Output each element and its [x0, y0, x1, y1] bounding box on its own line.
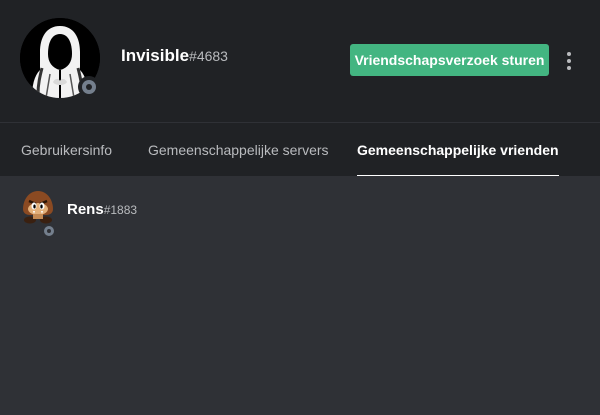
mutual-friends-list: Rens#1883 [0, 176, 600, 415]
offline-status-icon [42, 224, 56, 238]
tab-mutual-friends[interactable]: Gemeenschappelijke vrienden [357, 123, 559, 177]
goomba-avatar-icon [20, 189, 56, 238]
profile-name-tag[interactable]: Invisible#4683 [121, 46, 228, 66]
profile-username: Invisible [121, 46, 190, 65]
friend-discriminator: #1883 [103, 203, 138, 217]
user-profile-modal: Invisible#4683 Vriendschapsverzoek sture… [0, 0, 600, 415]
tab-user-info[interactable]: Gebruikersinfo [21, 123, 112, 177]
tab-mutual-servers[interactable]: Gemeenschappelijke servers [148, 123, 329, 177]
send-friend-request-button[interactable]: Vriendschapsverzoek sturen [350, 44, 549, 76]
list-item[interactable]: Rens#1883 [20, 186, 580, 238]
profile-tabs: Gebruikersinfo Gemeenschappelijke server… [0, 122, 600, 177]
profile-discriminator: #4683 [189, 48, 228, 64]
profile-header: Invisible#4683 Vriendschapsverzoek sture… [0, 0, 600, 122]
friend-name-tag: Rens#1883 [67, 201, 137, 219]
offline-status-icon [78, 76, 100, 98]
profile-avatar[interactable] [20, 18, 102, 100]
friend-username: Rens [67, 201, 104, 218]
vertical-ellipsis-icon[interactable] [562, 50, 576, 72]
